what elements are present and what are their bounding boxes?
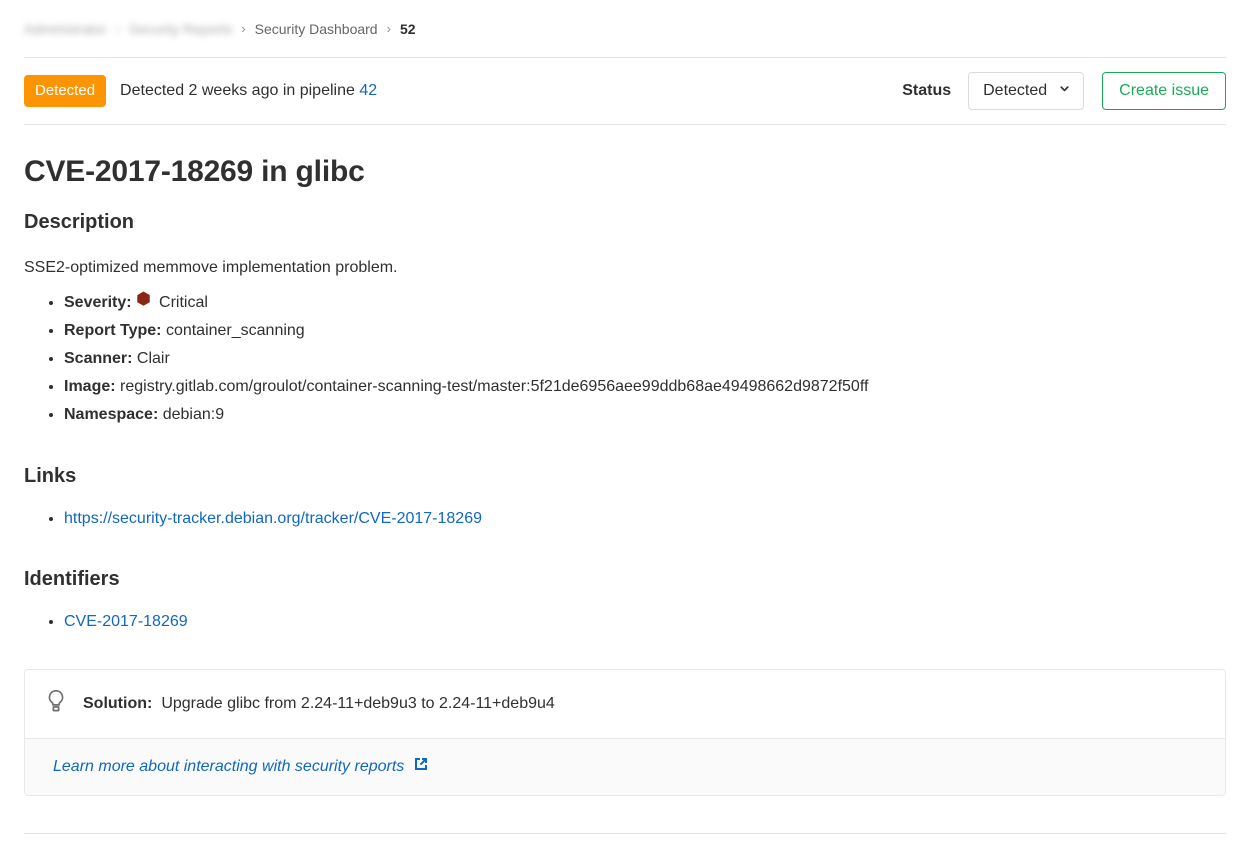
detail-label-namespace: Namespace: [64, 406, 159, 423]
footer-divider [24, 833, 1226, 834]
identifiers-heading: Identifiers [24, 568, 120, 590]
detail-item-namespace: Namespace: debian:9 [64, 403, 1226, 426]
link-security-tracker[interactable]: https://security-tracker.debian.org/trac… [64, 510, 482, 527]
solution-card-body: Solution: Upgrade glibc from 2.24-11+deb9… [25, 670, 1225, 738]
lightbulb-icon [45, 689, 67, 718]
detail-label-scanner: Scanner: [64, 350, 133, 367]
breadcrumb-item-0[interactable]: Administrator [24, 21, 106, 37]
breadcrumb-separator-1: › [241, 21, 246, 36]
status-label: Status [902, 82, 952, 99]
severity-value-wrap: Critical [136, 291, 208, 314]
detail-label-severity: Severity: [64, 294, 132, 311]
detected-info: Detected 2 weeks ago in pipeline 42 [120, 82, 377, 100]
status-dropdown-value: Detected [983, 82, 1048, 99]
chevron-down-icon [1058, 82, 1071, 100]
solution-label: Solution: [83, 694, 153, 712]
create-issue-button[interactable]: Create issue [1102, 72, 1226, 110]
breadcrumb-separator-2: › [386, 21, 391, 36]
pipeline-link[interactable]: 42 [359, 82, 377, 99]
learn-more-link-text: Learn more about interacting with securi… [53, 757, 405, 775]
breadcrumb: Administrator › Security Reports › Secur… [0, 0, 1250, 57]
vulnerability-detail-page: Administrator › Security Reports › Secur… [0, 0, 1250, 862]
learn-more-link[interactable]: Learn more about interacting with securi… [53, 756, 429, 777]
detail-value-scanner: Clair [136, 350, 170, 367]
status-bar-right: Status Detected Create issue [902, 72, 1226, 110]
detail-value-severity: Critical [159, 294, 208, 311]
status-bar-left: Detected Detected 2 weeks ago in pipelin… [24, 75, 377, 107]
list-item: https://security-tracker.debian.org/trac… [64, 507, 1226, 530]
solution-value: Upgrade glibc from 2.24-11+deb9u3 to 2.2… [161, 694, 555, 712]
description-heading: Description [24, 211, 135, 233]
identifier-cve-link[interactable]: CVE-2017-18269 [64, 613, 188, 630]
detail-value-report-type: container_scanning [165, 322, 305, 339]
breadcrumb-separator-0: › [115, 21, 120, 36]
detail-item-scanner: Scanner: Clair [64, 347, 1226, 370]
description-text: SSE2-optimized memmove implementation pr… [24, 259, 398, 276]
status-bar: Detected Detected 2 weeks ago in pipelin… [0, 58, 1250, 124]
vulnerability-details-list: Severity: Critical Report Type: containe… [24, 291, 1226, 426]
status-dropdown[interactable]: Detected [968, 72, 1085, 110]
detail-item-report-type: Report Type: container_scanning [64, 319, 1226, 342]
external-link-icon [413, 756, 429, 777]
detail-value-namespace: debian:9 [162, 406, 225, 423]
main-content: CVE-2017-18269 in glibc Description SSE2… [0, 155, 1250, 633]
detected-info-text: Detected 2 weeks ago in pipeline [120, 82, 360, 99]
page-title: CVE-2017-18269 in glibc [24, 155, 365, 188]
list-item: CVE-2017-18269 [64, 610, 1226, 633]
detail-item-image: Image: registry.gitlab.com/groulot/conta… [64, 375, 1226, 398]
breadcrumb-item-current: 52 [399, 20, 416, 37]
breadcrumb-item-2[interactable]: Security Dashboard [255, 21, 378, 37]
solution-card-footer: Learn more about interacting with securi… [25, 738, 1225, 795]
identifiers-list: CVE-2017-18269 [24, 610, 1226, 633]
detail-label-image: Image: [64, 378, 116, 395]
severity-critical-hexagon-icon [136, 291, 151, 314]
detail-item-severity: Severity: Critical [64, 291, 1226, 314]
status-badge: Detected [24, 75, 107, 107]
status-bar-divider [24, 124, 1226, 125]
breadcrumb-item-1[interactable]: Security Reports [129, 21, 232, 37]
solution-card: Solution: Upgrade glibc from 2.24-11+deb9… [24, 669, 1226, 796]
detail-value-image: registry.gitlab.com/groulot/container-sc… [120, 378, 869, 395]
links-heading: Links [24, 465, 77, 487]
detail-label-report-type: Report Type: [64, 322, 162, 339]
links-list: https://security-tracker.debian.org/trac… [24, 507, 1226, 530]
solution-text: Solution: Upgrade glibc from 2.24-11+deb9… [83, 695, 555, 713]
